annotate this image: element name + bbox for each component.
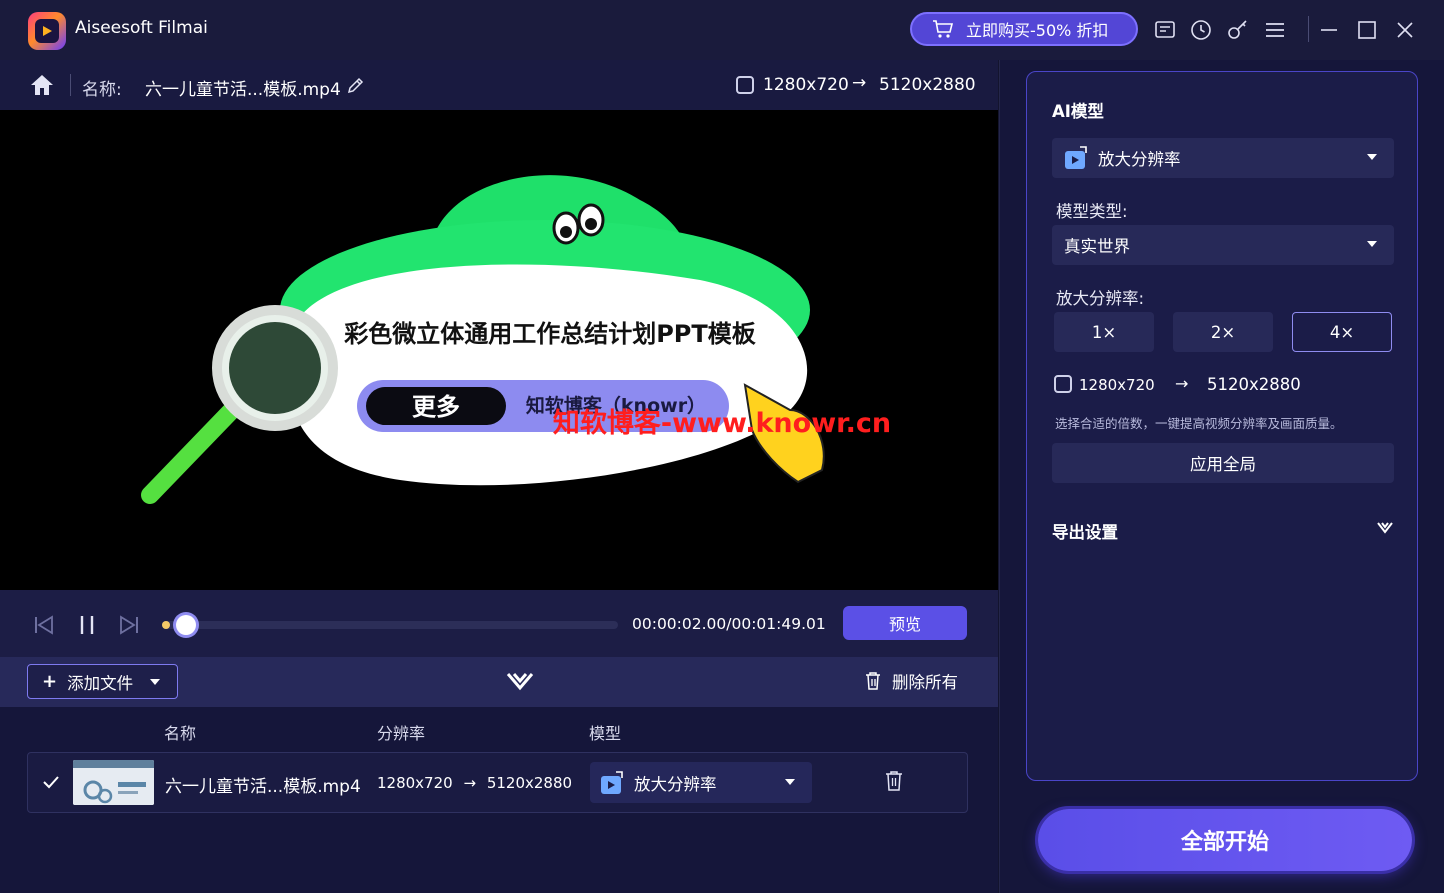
edit-icon[interactable] bbox=[346, 75, 366, 95]
preview-button[interactable]: 预览 bbox=[843, 606, 967, 640]
app-title: Aiseesoft Filmai bbox=[75, 18, 208, 38]
trash-icon bbox=[866, 672, 880, 690]
buy-now-label: 立即购买-50% 折扣 bbox=[966, 21, 1109, 40]
row-res-from: 1280x720 bbox=[377, 774, 453, 792]
chevron-down-icon[interactable] bbox=[1376, 520, 1394, 536]
header-name: 名称 bbox=[164, 724, 197, 743]
delete-all-button[interactable]: 删除所有 bbox=[864, 669, 958, 693]
add-file-button[interactable]: + 添加文件 bbox=[27, 664, 178, 699]
file-name: 六一儿童节活...模板.mp4 bbox=[145, 80, 341, 100]
app-logo bbox=[28, 12, 66, 50]
chevron-down-icon bbox=[785, 779, 795, 785]
ai-model-select[interactable]: 放大分辨率 bbox=[1052, 138, 1394, 178]
breadcrumb-divider bbox=[70, 74, 71, 96]
scale-1x-button[interactable]: 1× bbox=[1054, 312, 1154, 352]
key-icon[interactable] bbox=[1225, 17, 1251, 43]
file-toolbar: + 添加文件 删除所有 bbox=[0, 657, 998, 707]
video-preview[interactable]: 彩色微立体通用工作总结计划PPT模板 更多 知软博客（knowr） 知软博客-w… bbox=[0, 110, 998, 590]
collapse-icon[interactable] bbox=[505, 669, 535, 693]
chevron-down-icon bbox=[150, 678, 161, 685]
arrow-right-icon: → bbox=[1175, 374, 1189, 393]
chevron-down-icon bbox=[1367, 154, 1377, 160]
player-controls: 00:00:02.00/00:01:49.01 预览 bbox=[0, 590, 998, 657]
cart-icon bbox=[933, 20, 954, 38]
time-display: 00:00:02.00/00:01:49.01 bbox=[632, 615, 826, 633]
skip-forward-icon[interactable] bbox=[118, 614, 140, 636]
feedback-icon[interactable] bbox=[1152, 17, 1178, 43]
video-title-text: 彩色微立体通用工作总结计划PPT模板 bbox=[343, 320, 757, 348]
editor-column: 名称: 六一儿童节活...模板.mp4 1280x720 → 5120x2880 bbox=[0, 60, 998, 893]
model-type-select[interactable]: 真实世界 bbox=[1052, 225, 1394, 265]
history-icon[interactable] bbox=[1188, 17, 1214, 43]
upscale-icon bbox=[1065, 146, 1087, 169]
upscale-icon bbox=[601, 770, 623, 794]
arrow-right-icon: → bbox=[852, 73, 867, 93]
upscale-label: 放大分辨率: bbox=[1056, 289, 1145, 308]
chevron-down-icon bbox=[1367, 241, 1377, 247]
target-resolution: 5120x2880 bbox=[879, 75, 976, 95]
menu-icon[interactable] bbox=[1262, 17, 1288, 43]
resolution-icon bbox=[736, 76, 754, 94]
video-frame: 彩色微立体通用工作总结计划PPT模板 更多 知软博客（knowr） 知软博客-w… bbox=[141, 175, 891, 504]
progress-handle[interactable] bbox=[176, 615, 196, 635]
model-type-value: 真实世界 bbox=[1064, 237, 1130, 256]
minimize-icon[interactable] bbox=[1316, 17, 1342, 43]
breadcrumb: 名称: 六一儿童节活...模板.mp4 1280x720 → 5120x2880 bbox=[0, 60, 998, 110]
delete-all-label: 删除所有 bbox=[892, 673, 958, 692]
skip-back-icon[interactable] bbox=[33, 614, 55, 636]
row-resolution: 1280x720 → 5120x2880 bbox=[377, 774, 572, 792]
row-model-label: 放大分辨率 bbox=[634, 774, 717, 794]
table-row[interactable]: 六一儿童节活...模板.mp4 1280x720 → 5120x2880 放大分… bbox=[27, 752, 968, 813]
file-list-header: 名称 分辨率 模型 bbox=[0, 707, 998, 751]
close-icon[interactable] bbox=[1392, 17, 1418, 43]
scale-2x-button[interactable]: 2× bbox=[1173, 312, 1273, 352]
checkmark-icon[interactable] bbox=[42, 773, 60, 791]
settings-column: AI模型 放大分辨率 模型类型: 真实世界 放大分辨率: 1× 2× 4× 12… bbox=[999, 60, 1444, 893]
header-model: 模型 bbox=[589, 724, 622, 743]
resolution-icon bbox=[1054, 375, 1072, 393]
plus-icon: + bbox=[42, 671, 58, 692]
arrow-right-icon: → bbox=[463, 774, 477, 792]
model-type-label: 模型类型: bbox=[1056, 202, 1128, 221]
panel-res-to: 5120x2880 bbox=[1207, 375, 1301, 394]
progress-bar[interactable] bbox=[162, 615, 618, 635]
row-res-to: 5120x2880 bbox=[486, 774, 573, 792]
export-settings-heading[interactable]: 导出设置 bbox=[1052, 519, 1118, 543]
maximize-icon[interactable] bbox=[1354, 17, 1380, 43]
source-resolution: 1280x720 bbox=[763, 75, 849, 95]
start-all-button[interactable]: 全部开始 bbox=[1038, 809, 1412, 871]
file-name-label: 名称: bbox=[82, 80, 122, 100]
title-bar: Aiseesoft Filmai 立即购买-50% 折扣 bbox=[0, 0, 1444, 60]
video-thumbnail bbox=[73, 760, 154, 805]
ai-model-heading: AI模型 bbox=[1052, 102, 1104, 121]
header-resolution: 分辨率 bbox=[377, 724, 426, 743]
pause-icon[interactable] bbox=[76, 614, 98, 636]
ai-model-value: 放大分辨率 bbox=[1098, 150, 1181, 169]
buy-now-button[interactable]: 立即购买-50% 折扣 bbox=[910, 12, 1138, 46]
video-button-text: 更多 bbox=[412, 393, 460, 421]
apply-all-button[interactable]: 应用全局 bbox=[1052, 443, 1394, 483]
trash-icon[interactable] bbox=[884, 770, 904, 792]
row-file-name: 六一儿童节活...模板.mp4 bbox=[165, 777, 361, 797]
scale-4x-button[interactable]: 4× bbox=[1292, 312, 1392, 352]
home-icon[interactable] bbox=[28, 72, 56, 98]
ai-model-panel: AI模型 放大分辨率 模型类型: 真实世界 放大分辨率: 1× 2× 4× 12… bbox=[1026, 71, 1418, 781]
row-model-select[interactable]: 放大分辨率 bbox=[590, 762, 812, 803]
watermark-text: 知软博客-www.knowr.cn bbox=[553, 407, 891, 439]
progress-fill bbox=[162, 621, 170, 629]
titlebar-divider bbox=[1308, 16, 1309, 42]
upscale-hint: 选择合适的倍数，一键提高视频分辨率及画面质量。 bbox=[1055, 416, 1343, 431]
panel-res-from: 1280x720 bbox=[1079, 376, 1155, 394]
add-file-label: 添加文件 bbox=[67, 673, 134, 693]
